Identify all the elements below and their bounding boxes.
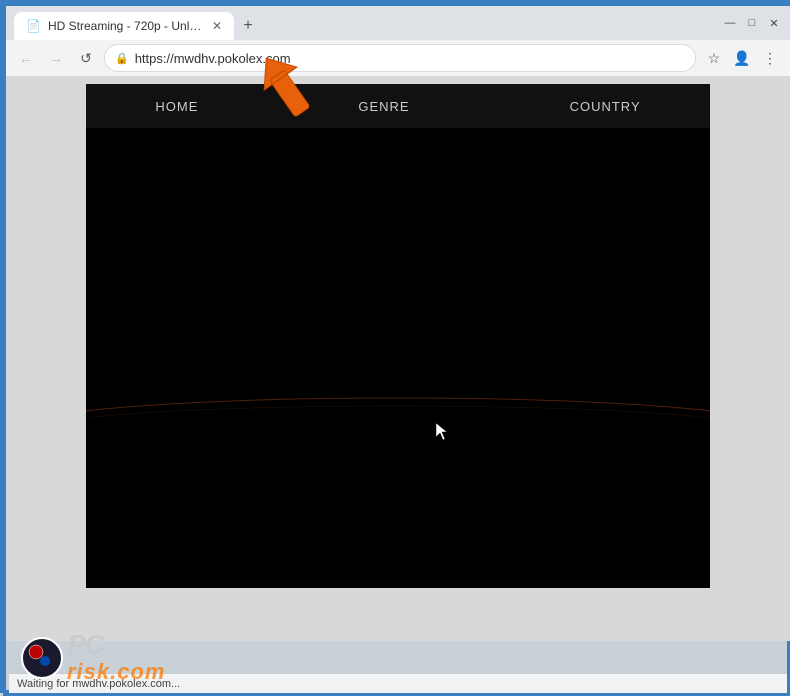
tab-bar: 📄 HD Streaming - 720p - Unlim... ✕ + (14, 6, 722, 40)
back-button[interactable]: ← (14, 46, 38, 70)
refresh-button[interactable]: ↺ (74, 46, 98, 70)
site-nav: HOME GENRE COUNTRY (86, 84, 710, 128)
nav-item-country[interactable]: COUNTRY (490, 84, 721, 128)
lock-icon: 🔒 (115, 52, 129, 65)
nav-item-home[interactable]: HOME (75, 84, 278, 128)
nav-item-genre[interactable]: GENRE (278, 84, 489, 128)
active-tab[interactable]: 📄 HD Streaming - 720p - Unlim... ✕ (14, 12, 234, 40)
bookmark-button[interactable]: ☆ (702, 46, 726, 70)
status-text: Waiting for mwdhv.pokolex.com... (17, 678, 180, 690)
video-area (86, 128, 710, 588)
maximize-button[interactable]: □ (744, 15, 760, 31)
tab-close-icon[interactable]: ✕ (212, 19, 222, 33)
status-bar: Waiting for mwdhv.pokolex.com... (9, 673, 787, 693)
browser-window: 📄 HD Streaming - 720p - Unlim... ✕ + — □… (3, 3, 790, 696)
address-bar-row: ← → ↺ 🔒 https://mwdhv.pokolex.com ☆ 👤 ⋮ (6, 40, 790, 76)
window-controls: — □ ✕ (722, 15, 782, 31)
address-bar[interactable]: 🔒 https://mwdhv.pokolex.com (104, 44, 696, 72)
website-container: HOME GENRE COUNTRY (6, 76, 790, 641)
new-tab-button[interactable]: + (234, 12, 262, 40)
website-inner: HOME GENRE COUNTRY (86, 84, 710, 588)
close-button[interactable]: ✕ (766, 15, 782, 31)
url-text: https://mwdhv.pokolex.com (135, 51, 685, 66)
minimize-button[interactable]: — (722, 15, 738, 31)
tab-title: HD Streaming - 720p - Unlim... (48, 19, 204, 33)
account-button[interactable]: 👤 (730, 46, 754, 70)
title-bar: 📄 HD Streaming - 720p - Unlim... ✕ + — □… (6, 6, 790, 40)
forward-button[interactable]: → (44, 46, 68, 70)
menu-button[interactable]: ⋮ (758, 46, 782, 70)
tab-favicon: 📄 (26, 19, 40, 33)
address-bar-actions: ☆ 👤 ⋮ (702, 46, 782, 70)
horizon-svg (86, 368, 710, 428)
